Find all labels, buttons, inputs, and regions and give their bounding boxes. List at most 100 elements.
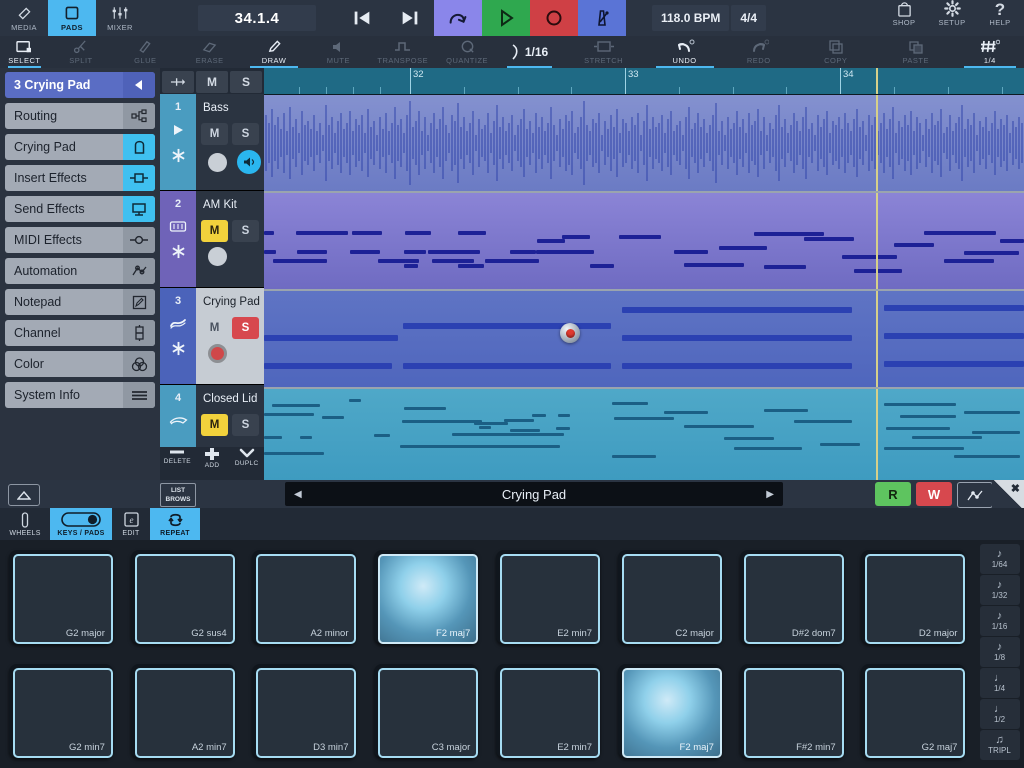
track-mute-button[interactable]: M xyxy=(201,123,228,145)
tool-redo[interactable]: REDO xyxy=(722,36,796,68)
track-solo-button[interactable]: S xyxy=(232,123,259,145)
collapse-panel-button[interactable] xyxy=(8,484,40,506)
track-solo-button[interactable]: S xyxy=(232,317,259,339)
inspector-item-channel[interactable]: Channel xyxy=(5,320,155,346)
drum-machine-icon[interactable] xyxy=(169,220,187,233)
track-lane-audio[interactable] xyxy=(264,95,1024,193)
inspector-item-send-effects[interactable]: Send Effects xyxy=(5,196,155,222)
track-name[interactable]: AM Kit xyxy=(196,191,264,219)
add-track-button[interactable]: ADD xyxy=(195,447,230,469)
setup-button[interactable]: SETUP xyxy=(928,0,976,27)
repeat-button[interactable]: REPEAT xyxy=(150,508,200,540)
pad-button[interactable]: G2 sus4 xyxy=(131,550,235,644)
track-number-cell[interactable]: 2 xyxy=(160,191,196,287)
track-row[interactable]: 1 Bass M S xyxy=(160,94,264,191)
pad-button[interactable]: E2 min7 xyxy=(496,664,600,758)
note-value-button[interactable]: ♫ TRIPL xyxy=(980,730,1020,760)
edit-button[interactable]: e EDIT xyxy=(112,508,150,540)
track-number-cell[interactable]: 4 xyxy=(160,385,196,447)
tool-quantize[interactable]: QUANTIZE xyxy=(435,36,499,68)
tool-grid-value[interactable]: 1/16 xyxy=(499,36,559,68)
inspector-item-color[interactable]: Color xyxy=(5,351,155,377)
inspector-item-routing[interactable]: Routing xyxy=(5,103,155,129)
note-value-button[interactable]: ♩ 1/4 xyxy=(980,668,1020,698)
pad-button[interactable]: G2 major xyxy=(9,550,113,644)
speaker-icon[interactable] xyxy=(237,150,261,174)
track-lane-midi-drums[interactable] xyxy=(264,193,1024,291)
track-name[interactable]: Closed Lid xyxy=(196,385,264,413)
patch-selector[interactable]: ◀ Crying Pad ▶ xyxy=(285,482,783,506)
inspector-item-notepad[interactable]: Notepad xyxy=(5,289,155,315)
note-value-button[interactable]: ♪ 1/8 xyxy=(980,637,1020,667)
tool-snap-grid[interactable]: 1/4 xyxy=(956,36,1024,68)
tool-copy[interactable]: COPY xyxy=(796,36,876,68)
asterisk-icon[interactable] xyxy=(171,244,186,259)
tool-draw[interactable]: DRAW xyxy=(242,36,306,68)
keys-pads-button[interactable]: KEYS / PADS xyxy=(50,508,112,540)
asterisk-icon[interactable] xyxy=(171,148,186,163)
track-number-cell[interactable]: 3 xyxy=(160,288,196,384)
pad-button[interactable]: D2 major xyxy=(861,550,965,644)
track-row[interactable]: 3 Crying Pad M S xyxy=(160,288,264,385)
track-record-arm-knob[interactable] xyxy=(208,344,227,363)
collapse-left-arrow-icon[interactable] xyxy=(123,72,155,98)
pad-button[interactable]: F2 maj7 xyxy=(618,664,722,758)
note-value-button[interactable]: ♪ 1/16 xyxy=(980,606,1020,636)
track-row[interactable]: 4 Closed Lid M S xyxy=(160,385,264,447)
tool-transpose[interactable]: TRANSPOSE xyxy=(371,36,435,68)
mute-all-button[interactable]: M xyxy=(196,71,228,93)
close-panel-button[interactable]: ✖ xyxy=(992,480,1024,508)
track-mute-button[interactable]: M xyxy=(201,220,228,242)
arrangement-area[interactable]: 32 33 34 xyxy=(264,68,1024,480)
inspector-item-instrument[interactable]: Crying Pad xyxy=(5,134,155,160)
record-button[interactable] xyxy=(530,0,578,36)
pad-button[interactable]: A2 minor xyxy=(252,550,356,644)
pad-button[interactable]: A2 min7 xyxy=(131,664,235,758)
track-mute-button[interactable]: M xyxy=(201,317,228,339)
pad-button[interactable]: C2 major xyxy=(618,550,722,644)
track-number-cell[interactable]: 1 xyxy=(160,94,196,190)
delete-track-button[interactable]: DELETE xyxy=(160,447,195,465)
prev-patch-icon[interactable]: ◀ xyxy=(294,489,302,500)
track-name[interactable]: Bass xyxy=(196,94,264,122)
inspector-header[interactable]: 3 Crying Pad xyxy=(5,72,155,98)
tool-erase[interactable]: ERASE xyxy=(177,36,241,68)
time-signature[interactable]: 4/4 xyxy=(731,5,766,31)
inspector-item-midi-effects[interactable]: MIDI Effects xyxy=(5,227,155,253)
piano-icon[interactable] xyxy=(169,414,188,427)
pad-button[interactable]: D3 min7 xyxy=(252,664,356,758)
automation-write-button[interactable]: W xyxy=(916,482,952,506)
note-value-button[interactable]: ♪ 1/32 xyxy=(980,575,1020,605)
asterisk-icon[interactable] xyxy=(171,341,186,356)
automation-lane-button[interactable] xyxy=(957,482,993,508)
track-lane-midi-pad[interactable] xyxy=(264,291,1024,389)
playhead[interactable] xyxy=(876,68,878,94)
tool-split[interactable]: SPLIT xyxy=(49,36,113,68)
automation-read-button[interactable]: R xyxy=(875,482,911,506)
synth-pad-icon[interactable] xyxy=(169,317,187,330)
pad-button[interactable]: G2 maj7 xyxy=(861,664,965,758)
track-record-arm-knob[interactable] xyxy=(208,247,227,266)
media-button[interactable]: MEDIA xyxy=(0,0,48,36)
pad-button[interactable]: G2 min7 xyxy=(9,664,113,758)
help-button[interactable]: ? HELP xyxy=(976,0,1024,27)
tool-glue[interactable]: GLUE xyxy=(113,36,177,68)
tool-paste[interactable]: PASTE xyxy=(876,36,956,68)
tempo-value[interactable]: 118.0 BPM xyxy=(652,5,729,31)
track-solo-button[interactable]: S xyxy=(232,220,259,242)
time-display[interactable]: 34.1.4 xyxy=(198,5,316,31)
pad-button[interactable]: C3 major xyxy=(374,664,478,758)
go-to-start-button[interactable] xyxy=(338,0,386,36)
go-to-end-button[interactable] xyxy=(386,0,434,36)
play-triangle-icon[interactable] xyxy=(170,123,186,137)
next-patch-icon[interactable]: ▶ xyxy=(766,489,774,500)
track-lane-midi-piano[interactable] xyxy=(264,389,1024,480)
tool-undo[interactable]: UNDO xyxy=(648,36,722,68)
list-browser-button[interactable]: LIST BROWS xyxy=(160,483,196,507)
pad-button[interactable]: D#2 dom7 xyxy=(740,550,844,644)
track-solo-button[interactable]: S xyxy=(232,414,259,436)
pad-button[interactable]: F#2 min7 xyxy=(740,664,844,758)
track-row[interactable]: 2 AM Kit M S xyxy=(160,191,264,288)
duplicate-track-button[interactable]: DUPLC xyxy=(229,447,264,467)
shop-button[interactable]: SHOP xyxy=(880,0,928,27)
